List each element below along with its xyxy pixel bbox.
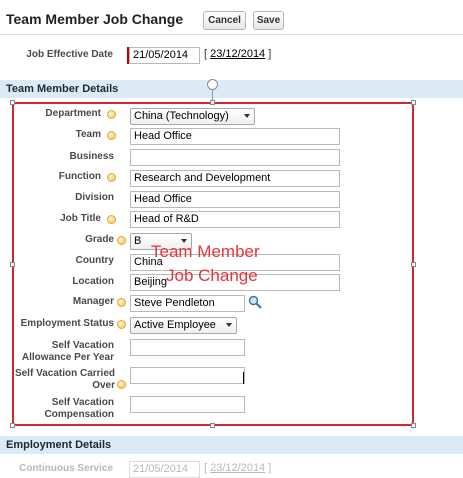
self-vacation-carried-over-label: Self Vacation Carried Over	[14, 368, 115, 391]
job-effective-date-input[interactable]: 21/05/2014	[129, 47, 200, 64]
business-label: Business	[69, 151, 114, 162]
text-cursor	[243, 372, 244, 384]
resize-handle-top-right[interactable]	[411, 100, 416, 105]
manager-label: Manager	[72, 296, 114, 307]
resize-handle-top-left[interactable]	[10, 100, 15, 105]
job-title-input[interactable]: Head of R&D	[130, 211, 340, 228]
self-vacation-compensation-label: Self Vacation Compensation	[44, 397, 114, 420]
team-label: Team	[75, 129, 101, 140]
department-label: Department	[45, 108, 101, 119]
division-input[interactable]: Head Office	[130, 191, 340, 208]
grade-label: Grade	[85, 234, 114, 245]
save-button[interactable]: Save	[253, 11, 284, 30]
help-icon[interactable]	[117, 380, 126, 389]
employment-status-value: Active Employee	[134, 319, 216, 331]
section-header-team-member-details: Team Member Details	[0, 80, 463, 98]
today-date-link[interactable]: 23/12/2014	[210, 48, 265, 60]
page-title: Team Member Job Change	[6, 11, 184, 27]
job-title-label: Job Title	[60, 213, 101, 224]
continuous-service-label: Continuous Service	[19, 463, 113, 474]
today-date-group: [ 23/12/2014 ]	[204, 48, 272, 60]
country-label: Country	[75, 255, 114, 266]
help-icon[interactable]	[117, 320, 126, 329]
help-icon[interactable]	[107, 173, 116, 182]
help-icon[interactable]	[117, 298, 126, 307]
rotate-handle-icon[interactable]	[207, 79, 218, 90]
division-label: Division	[75, 192, 114, 203]
grade-value: B	[134, 235, 142, 247]
annotation-text-line1: Team Member	[151, 242, 260, 261]
location-label: Location	[72, 276, 114, 287]
resize-handle-bottom-left[interactable]	[10, 423, 15, 428]
resize-handle-top[interactable]	[210, 100, 215, 105]
self-vacation-allowance-input[interactable]	[130, 339, 245, 356]
resize-handle-right[interactable]	[411, 262, 416, 267]
business-input[interactable]	[130, 149, 340, 166]
cancel-button[interactable]: Cancel	[203, 11, 246, 30]
annotation-text-line2: Job Change	[166, 266, 258, 285]
self-vacation-allowance-label: Self Vacation Allowance Per Year	[21, 340, 114, 363]
header-divider	[0, 34, 463, 35]
self-vacation-compensation-input[interactable]	[130, 396, 245, 413]
function-input[interactable]: Research and Development	[130, 170, 340, 187]
section-header-employment-details: Employment Details	[0, 436, 463, 454]
self-vacation-carried-over-input[interactable]	[130, 367, 245, 384]
help-icon[interactable]	[107, 215, 116, 224]
continuous-service-today-link[interactable]: 23/12/2014	[210, 462, 265, 474]
department-value: China (Technology)	[134, 110, 229, 122]
continuous-service-today-group: [ 23/12/2014 ]	[204, 462, 272, 474]
employment-status-select[interactable]: Active Employee	[130, 317, 237, 334]
team-input[interactable]: Head Office	[130, 128, 340, 145]
chevron-down-icon	[226, 323, 232, 327]
continuous-service-input[interactable]: 21/05/2014	[129, 461, 200, 478]
help-icon[interactable]	[117, 236, 126, 245]
help-icon[interactable]	[107, 131, 116, 140]
help-icon[interactable]	[107, 110, 116, 119]
function-label: Function	[58, 171, 101, 182]
resize-handle-bottom[interactable]	[210, 423, 215, 428]
job-effective-date-label: Job Effective Date	[26, 49, 113, 60]
lookup-search-icon[interactable]	[248, 295, 262, 309]
chevron-down-icon	[244, 114, 250, 118]
manager-input[interactable]: Steve Pendleton	[130, 295, 245, 312]
department-select[interactable]: China (Technology)	[130, 108, 255, 125]
resize-handle-bottom-right[interactable]	[411, 423, 416, 428]
employment-status-label: Employment Status	[20, 318, 114, 329]
